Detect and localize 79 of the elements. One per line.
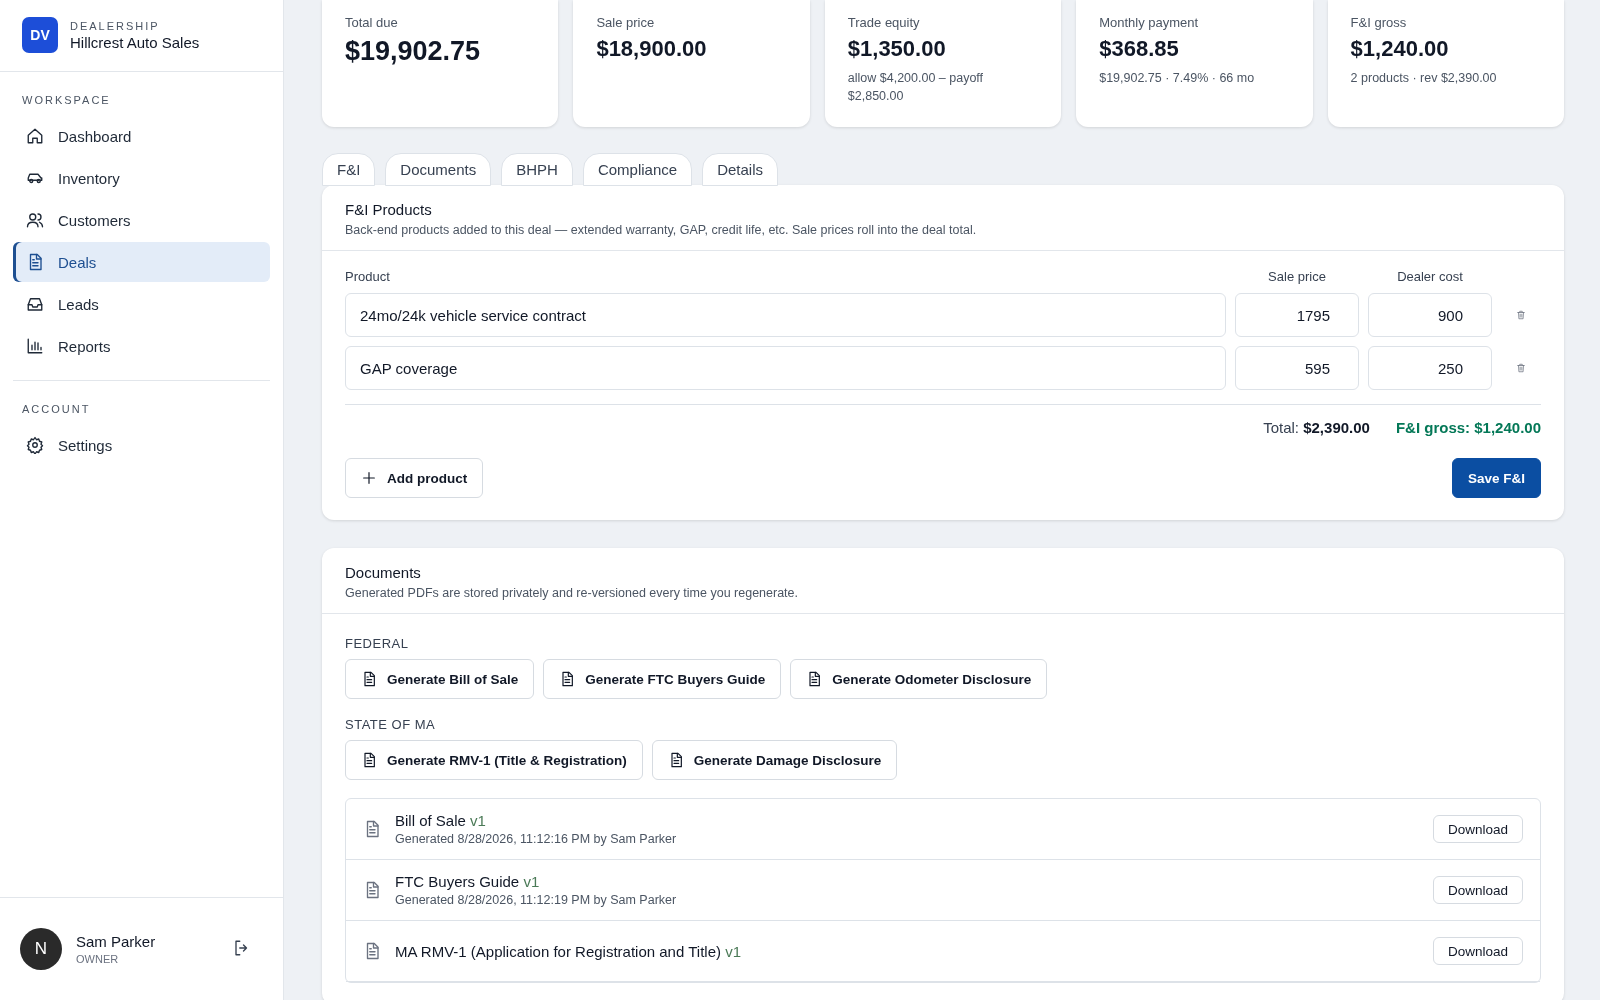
stat-label: F&I gross (1350, 15, 1408, 30)
stat-value: $1,350.00 (847, 36, 947, 62)
sidebar-item[interactable]: Deals (13, 242, 270, 282)
file-name: MA RMV-1 (Application for Registration and Title) v1 (395, 942, 742, 960)
logo-badge: DV (22, 17, 58, 53)
stat-label: Monthly payment (1099, 15, 1200, 30)
card-description: Generated PDFs are stored privately and re-versioned every time you regenerate. (345, 586, 799, 600)
sidebar-item[interactable]: Dashboard (13, 116, 270, 156)
stat-value: $18,900.00 (596, 36, 708, 62)
stat-note: $19,902.75 · 7.49% · 66 mo (1099, 70, 1256, 87)
bar-chart-icon (26, 337, 44, 355)
stat-note: 2 products · rev $2,390.00 (1350, 70, 1498, 87)
download-button[interactable]: Download (1432, 815, 1523, 843)
input-field[interactable]: 24mo/24k vehicle service contract (345, 293, 1226, 337)
home-icon (26, 127, 44, 145)
generate-button[interactable]: Generate Damage Disclosure (651, 740, 898, 780)
sidebar-item[interactable]: Settings (13, 425, 270, 465)
stat-value: $368.85 (1099, 36, 1180, 62)
group-heading: FEDERAL (345, 636, 410, 651)
total-amount: Total: $2,390.00 (1263, 419, 1370, 436)
user-role: OWNER (76, 953, 120, 965)
settings-icon (26, 436, 44, 454)
delete-button[interactable] (1516, 310, 1526, 320)
dealership-name: Hillcrest Auto Sales (70, 33, 200, 51)
stat-label: Trade equity (847, 15, 921, 30)
inbox-icon (26, 295, 44, 313)
plus-icon (361, 470, 377, 486)
document-icon (806, 671, 823, 687)
document-icon (361, 752, 377, 768)
generate-button[interactable]: Generate FTC Buyers Guide (543, 659, 782, 699)
tab[interactable]: BHPH (501, 153, 573, 186)
file-name: Bill of Sale v1 (395, 812, 487, 829)
sidebar-item[interactable]: Customers (13, 200, 270, 240)
save-button[interactable]: Save F&I (1451, 458, 1541, 498)
card-title: Documents (345, 564, 422, 581)
generate-button[interactable]: Generate Bill of Sale (345, 659, 535, 699)
file-name: FTC Buyers Guide v1 (395, 873, 541, 890)
stat-note: allow $4,200.00 – payoff $2,850.00 (847, 70, 985, 105)
file-meta: Generated 8/28/2026, 11:12:19 PM by Sam Parker (395, 893, 678, 907)
file-meta: Generated 8/28/2026, 11:12:16 PM by Sam Parker (395, 832, 678, 846)
gross-amount: F&I gross: $1,240.00 (1395, 419, 1541, 436)
trash-icon (1516, 310, 1526, 320)
section-heading: WORKSPACE (21, 93, 112, 108)
download-button[interactable]: Download (1432, 937, 1523, 965)
input-field[interactable]: 250 (1368, 346, 1492, 390)
user-avatar: N (20, 928, 62, 970)
brand-label: DEALERSHIP (70, 19, 161, 32)
delete-button[interactable] (1516, 363, 1526, 373)
card-title: F&I Products (345, 201, 433, 218)
user-name: Sam Parker (76, 933, 157, 950)
tab[interactable]: Documents (385, 153, 492, 186)
stat-label: Sale price (596, 15, 656, 30)
trash-icon (1516, 363, 1526, 373)
sidebar-item[interactable]: Reports (13, 326, 270, 366)
input-field[interactable]: 595 (1235, 346, 1359, 390)
document-icon (559, 671, 576, 687)
sidebar-item[interactable]: Leads (13, 284, 270, 324)
column-header: Sale price (1267, 269, 1327, 284)
input-field[interactable]: 900 (1368, 293, 1492, 337)
tab[interactable]: F&I (322, 153, 376, 186)
stat-label: Total due (345, 15, 399, 30)
sidebar-item[interactable]: Inventory (13, 158, 270, 198)
generate-button[interactable]: Generate Odometer Disclosure (790, 659, 1048, 699)
card-description: Back-end products added to this deal — extended warranty, GAP, credit life, etc. Sale prices roll into the deal total. (345, 223, 978, 237)
section-heading: ACCOUNT (21, 402, 92, 417)
input-field[interactable]: GAP coverage (345, 346, 1226, 390)
add-product-button[interactable]: Add product (345, 458, 484, 498)
people-icon (26, 211, 44, 229)
stat-value: $19,902.75 (345, 36, 482, 67)
download-button[interactable]: Download (1432, 876, 1523, 904)
column-header: Dealer cost (1396, 269, 1464, 284)
input-field[interactable]: 1795 (1235, 293, 1359, 337)
stat-value: $1,240.00 (1350, 36, 1450, 62)
column-header: Product (345, 269, 391, 284)
generate-button[interactable]: Generate RMV-1 (Title & Registration) (345, 740, 643, 780)
group-heading: STATE OF MA (345, 717, 437, 732)
document-icon (361, 671, 377, 687)
tab[interactable]: Compliance (582, 153, 693, 186)
tab[interactable]: Details (702, 153, 778, 186)
